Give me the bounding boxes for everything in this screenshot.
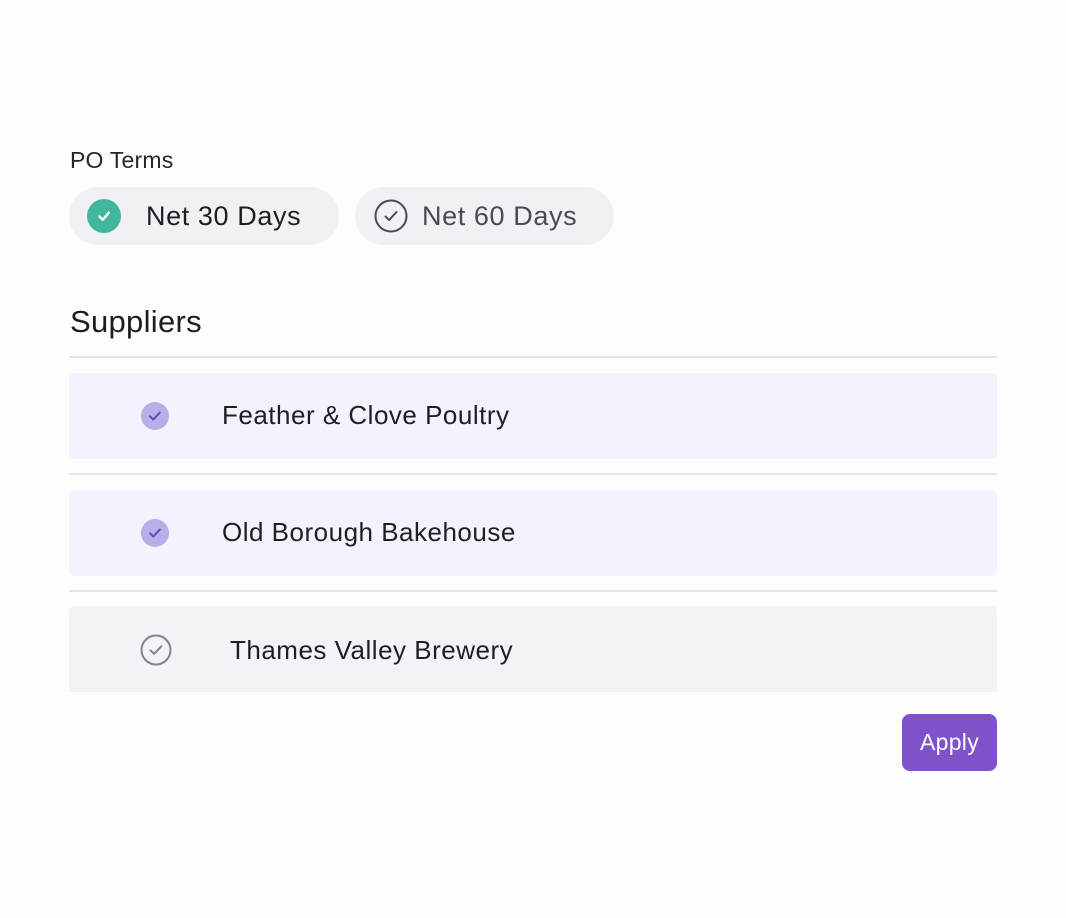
supplier-row-feather-clove-poultry[interactable]: Feather & Clove Poultry bbox=[69, 373, 997, 459]
suppliers-heading: Suppliers bbox=[70, 304, 202, 339]
term-chip-label: Net 60 Days bbox=[422, 200, 578, 231]
term-chip-label: Net 30 Days bbox=[146, 200, 302, 231]
check-circle-filled-icon bbox=[140, 518, 170, 548]
supplier-row-old-borough-bakehouse[interactable]: Old Borough Bakehouse bbox=[69, 490, 997, 576]
divider bbox=[69, 590, 997, 592]
check-circle-outline-icon bbox=[140, 634, 172, 666]
divider bbox=[69, 356, 997, 358]
supplier-name: Feather & Clove Poultry bbox=[222, 400, 510, 430]
po-terms-label: PO Terms bbox=[70, 147, 174, 173]
supplier-row-thames-valley-brewery[interactable]: Thames Valley Brewery bbox=[69, 606, 997, 692]
supplier-name: Old Borough Bakehouse bbox=[222, 517, 516, 547]
apply-button[interactable]: Apply bbox=[902, 714, 997, 771]
divider bbox=[69, 473, 997, 475]
supplier-name: Thames Valley Brewery bbox=[230, 635, 514, 665]
filter-panel: PO Terms Net 30 Days Net 60 Days Supplie… bbox=[0, 0, 1066, 918]
check-circle-outline-icon bbox=[374, 199, 408, 233]
term-chip-net-60[interactable]: Net 60 Days bbox=[355, 187, 614, 245]
check-circle-filled-icon bbox=[140, 401, 170, 431]
check-circle-filled-icon bbox=[86, 198, 122, 234]
term-chip-net-30[interactable]: Net 30 Days bbox=[69, 187, 339, 245]
